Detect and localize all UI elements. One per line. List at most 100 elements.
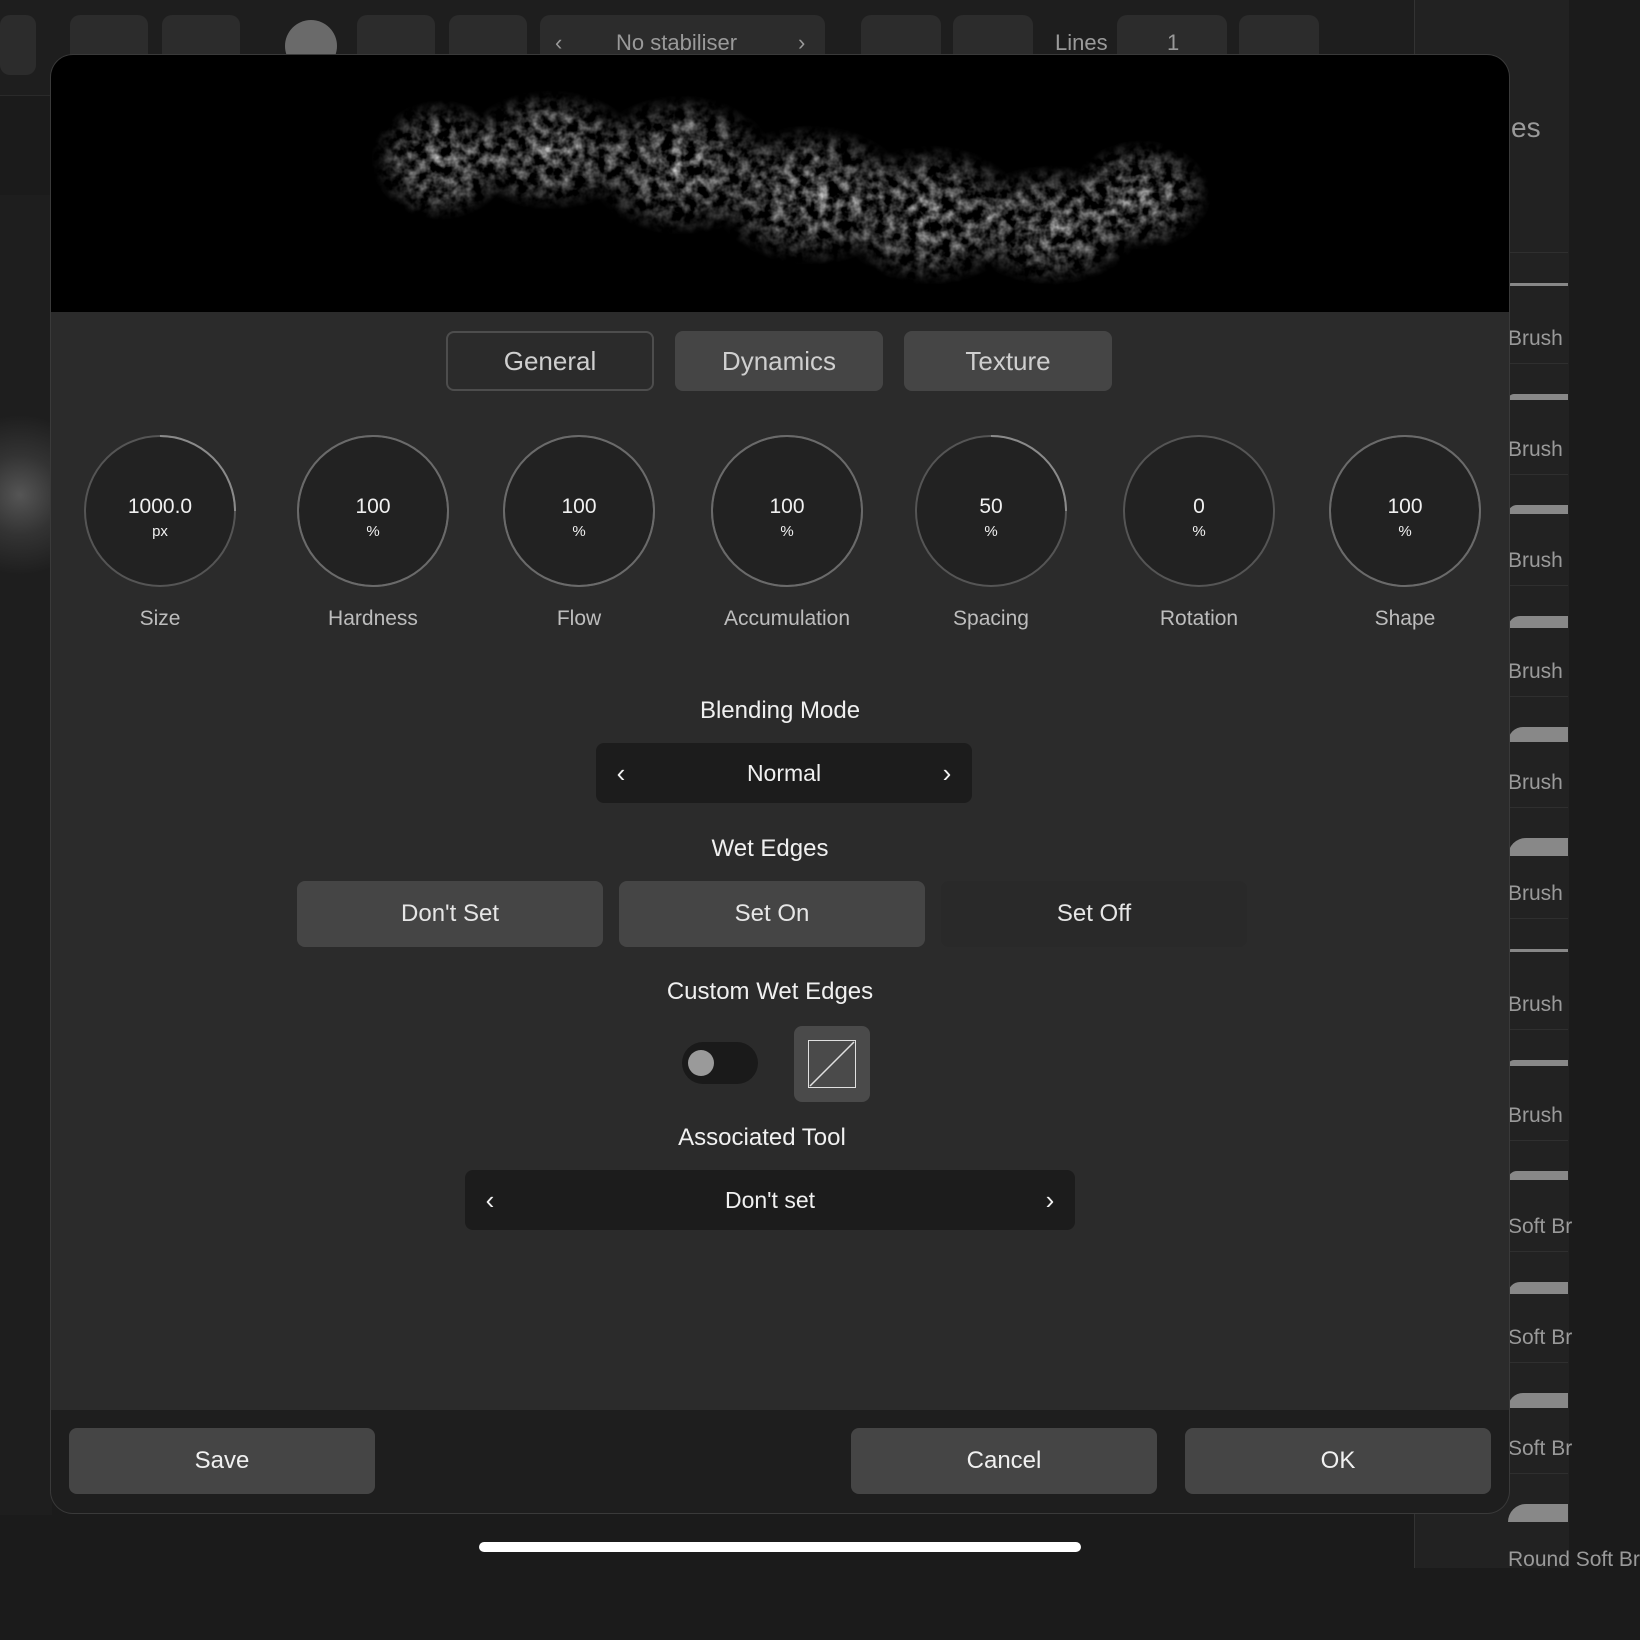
brush-stroke-thumbnail	[1508, 1393, 1568, 1408]
wet-edges-curve-button[interactable]	[794, 1026, 870, 1102]
chevron-left-icon[interactable]: ‹	[465, 1170, 515, 1230]
associated-tool-selector[interactable]: ‹ Don't set ›	[465, 1170, 1075, 1230]
brush-stroke-thumbnail	[1508, 283, 1568, 286]
dial-value: 100	[769, 495, 805, 518]
dial-unit: %	[572, 523, 586, 540]
brush-stroke-preview	[51, 55, 1509, 312]
brush-stroke-thumbnail	[1508, 1060, 1568, 1066]
dial-ring[interactable]: 1000.0 px	[84, 435, 236, 587]
dial-ring[interactable]: 0%	[1123, 435, 1275, 587]
brush-stroke-thumbnail	[1508, 727, 1568, 742]
brush-stroke-thumbnail	[1508, 616, 1568, 628]
dialog-footer: Save Cancel OK	[51, 1410, 1509, 1513]
brush-list-item-label: Soft Br	[1508, 1326, 1573, 1349]
dial-ring[interactable]: 100%	[711, 435, 863, 587]
blending-mode-value: Normal	[746, 760, 822, 786]
brush-list-item[interactable]: Soft Br	[1508, 1140, 1572, 1251]
brush-list-item[interactable]: Brush	[1508, 918, 1568, 1029]
dial-value: 100	[355, 495, 391, 518]
wet-edges-set-off-button[interactable]: Set Off	[941, 881, 1247, 947]
chevron-right-icon[interactable]: ›	[798, 30, 805, 56]
settings-tabs: General Dynamics Texture	[51, 331, 1509, 393]
dial-unit: %	[1398, 523, 1412, 540]
dial-accumulation[interactable]: 100% Accumulation	[710, 435, 864, 631]
dial-value: 100	[1387, 495, 1423, 518]
custom-wet-edges-title: Custom Wet Edges	[666, 978, 874, 1005]
brush-list-item[interactable]: Brush	[1508, 696, 1568, 807]
dial-hardness[interactable]: 100% Hardness	[296, 435, 450, 631]
lines-label: Lines	[1055, 30, 1108, 55]
dial-ring[interactable]: 100%	[1329, 435, 1481, 587]
dial-rotation[interactable]: 0% Rotation	[1122, 435, 1276, 631]
menu-dot-button[interactable]	[0, 15, 36, 75]
dial-label: Size	[139, 607, 181, 630]
dial-value: 1000.0	[127, 495, 193, 518]
dial-label: Shape	[1374, 607, 1436, 630]
associated-tool-value: Don't set	[724, 1187, 816, 1213]
curve-icon	[808, 1040, 856, 1088]
chevron-right-icon[interactable]: ›	[1025, 1170, 1075, 1230]
brush-stroke-thumbnail	[1508, 949, 1568, 952]
chevron-right-icon[interactable]: ›	[922, 743, 972, 803]
lines-value: 1	[1167, 30, 1180, 55]
dial-size[interactable]: 1000.0 px Size	[83, 435, 237, 631]
brush-list-item[interactable]: Brush	[1508, 585, 1568, 696]
dial-shape[interactable]: 100% Shape	[1328, 435, 1482, 631]
brush-list-item[interactable]: Brush	[1508, 363, 1568, 474]
blending-mode-title: Blending Mode	[699, 697, 861, 724]
cancel-button[interactable]: Cancel	[851, 1428, 1157, 1494]
wet-edges-set-on-button[interactable]: Set On	[619, 881, 925, 947]
brush-list-item[interactable]: Round Soft Br	[1508, 1473, 1640, 1584]
tab-dynamics[interactable]: Dynamics	[675, 331, 883, 391]
dial-unit: %	[366, 523, 380, 540]
wet-edges-dont-set-button[interactable]: Don't Set	[297, 881, 603, 947]
tab-texture[interactable]: Texture	[904, 331, 1112, 391]
toggle-knob	[688, 1050, 714, 1076]
dial-ring[interactable]: 50%	[915, 435, 1067, 587]
dial-value: 100	[561, 495, 597, 518]
dial-label: Accumulation	[723, 607, 851, 630]
dial-unit: %	[780, 523, 794, 540]
panel-title: es	[1511, 112, 1541, 143]
dial-label: Spacing	[953, 607, 1029, 630]
chevron-left-icon[interactable]: ‹	[596, 743, 646, 803]
brush-stroke-thumbnail	[1508, 505, 1568, 514]
canvas-edge	[0, 195, 52, 1515]
brush-list-item-label: Brush	[1508, 882, 1563, 905]
custom-wet-edges-toggle[interactable]	[682, 1042, 758, 1084]
dial-label: Hardness	[328, 607, 418, 630]
chevron-left-icon[interactable]: ‹	[555, 30, 562, 56]
brush-list-item[interactable]: Brush	[1508, 1029, 1568, 1140]
dial-unit: %	[984, 523, 998, 540]
brush-list-item-label: Brush	[1508, 549, 1563, 572]
brush-list-item-label: Brush	[1508, 1104, 1563, 1127]
dial-ring[interactable]: 100%	[503, 435, 655, 587]
home-indicator	[479, 1542, 1081, 1552]
save-button[interactable]: Save	[69, 1428, 375, 1494]
brush-stroke-thumbnail	[1508, 838, 1568, 856]
brush-list-item[interactable]: Brush	[1508, 252, 1568, 363]
dial-value: 0	[1193, 495, 1205, 518]
dial-unit: %	[1192, 523, 1206, 540]
brush-settings-dialog: General Dynamics Texture 1000.0 px Size 100…	[51, 55, 1509, 1513]
brush-list-item-label: Brush	[1508, 438, 1563, 461]
brush-list-item[interactable]: Soft Br	[1508, 1251, 1572, 1362]
tab-general[interactable]: General	[446, 331, 654, 391]
brush-stroke-thumbnail	[1508, 1504, 1568, 1522]
brush-list-item-label: Brush	[1508, 327, 1563, 350]
brush-list-item-label: Brush	[1508, 771, 1563, 794]
brush-list-item-label: Round Soft Br	[1508, 1548, 1640, 1571]
ok-button[interactable]: OK	[1185, 1428, 1491, 1494]
blending-mode-selector[interactable]: ‹ Normal ›	[596, 743, 972, 803]
brush-list-item[interactable]: Brush	[1508, 474, 1568, 585]
wet-edges-title: Wet Edges	[711, 835, 829, 862]
dial-flow[interactable]: 100% Flow	[502, 435, 656, 631]
brush-list-item[interactable]: Brush	[1508, 807, 1568, 918]
dial-label: Rotation	[1159, 607, 1239, 630]
dial-ring[interactable]: 100%	[297, 435, 449, 587]
dial-spacing[interactable]: 50% Spacing	[914, 435, 1068, 631]
dial-label: Flow	[556, 607, 602, 630]
brush-list-item[interactable]: Soft Br	[1508, 1362, 1572, 1473]
stabiliser-label: No stabiliser	[616, 30, 738, 55]
brush-list-item-label: Brush	[1508, 660, 1563, 683]
